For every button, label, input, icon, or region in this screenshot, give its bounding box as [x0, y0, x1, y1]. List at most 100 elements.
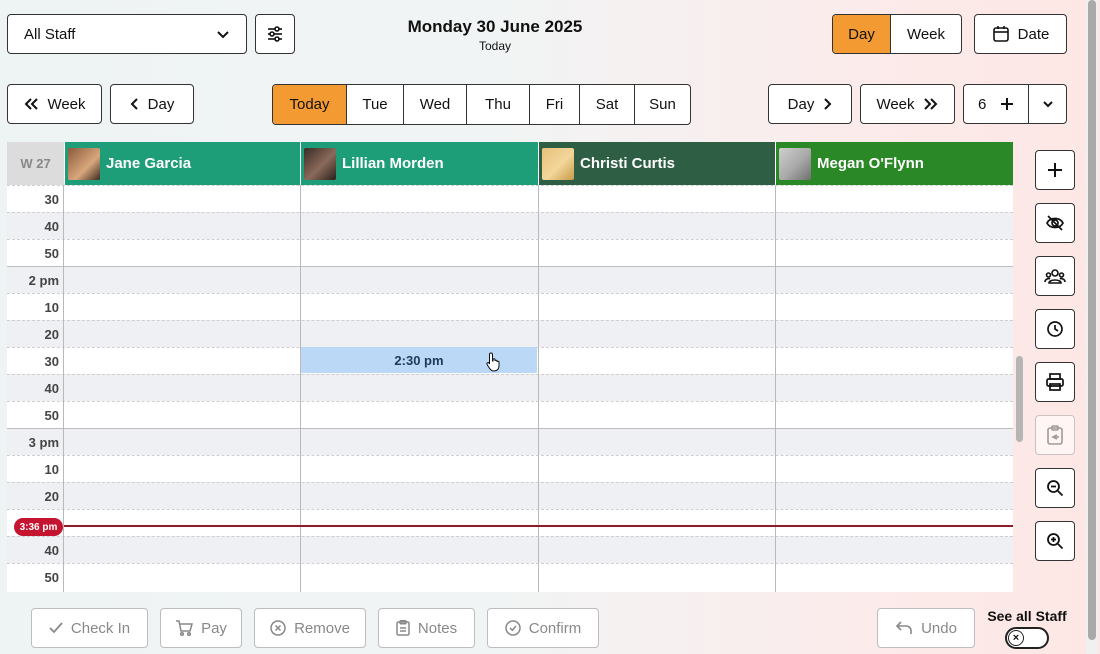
time-row[interactable]: 50: [7, 563, 1013, 590]
time-row[interactable]: 40: [7, 374, 1013, 401]
tab-today[interactable]: Today: [273, 85, 347, 124]
tab-thu[interactable]: Thu: [467, 85, 530, 124]
notes-button[interactable]: Notes: [378, 608, 475, 648]
staff-name: Lillian Morden: [342, 155, 444, 172]
prev-week-label: Week: [47, 95, 86, 113]
filter-settings-button[interactable]: [255, 14, 295, 54]
staff-select-value: All Staff: [24, 25, 76, 43]
prev-day-button[interactable]: Day: [110, 84, 194, 124]
staff-header[interactable]: Jane Garcia: [64, 142, 300, 185]
clipboard-icon: [1046, 425, 1064, 445]
schedule-grid: 30 40 50 2 pm 10 20 30 40 50 3 pm 10 20 40 50 W 27 Ja…: [7, 142, 1013, 592]
tab-fri[interactable]: Fri: [530, 85, 580, 124]
confirm-button[interactable]: Confirm: [487, 608, 599, 648]
calendar-icon: [992, 25, 1010, 43]
column-count-dropdown[interactable]: [1029, 85, 1066, 123]
zoom-out-button[interactable]: [1035, 468, 1075, 508]
avatar: [779, 147, 811, 180]
plus-icon: [1000, 97, 1014, 111]
tab-sun[interactable]: Sun: [635, 85, 690, 124]
tab-wed[interactable]: Wed: [404, 85, 467, 124]
pay-button[interactable]: Pay: [160, 608, 242, 648]
prev-week-button[interactable]: Week: [7, 84, 102, 124]
check-in-button[interactable]: Check In: [31, 608, 148, 648]
hide-button[interactable]: [1035, 203, 1075, 243]
prev-day-label: Day: [147, 95, 175, 113]
staff-header[interactable]: Lillian Morden: [300, 142, 538, 185]
see-all-staff-label: See all Staff: [987, 608, 1067, 624]
staff-select[interactable]: All Staff: [7, 14, 247, 54]
double-chevron-left-icon: [23, 97, 39, 111]
add-column-button[interactable]: 6: [964, 85, 1030, 123]
undo-button[interactable]: Undo: [877, 608, 975, 648]
time-label: 40: [44, 381, 59, 396]
staff-name: Megan O'Flynn: [817, 155, 924, 172]
time-label: 50: [44, 408, 59, 423]
time-row[interactable]: 10: [7, 293, 1013, 320]
avatar: [68, 147, 100, 180]
time-label: 3 pm: [28, 435, 59, 450]
time-label: 40: [44, 543, 59, 558]
next-week-button[interactable]: Week: [860, 84, 955, 124]
next-week-label: Week: [876, 95, 915, 113]
time-row[interactable]: 2 pm: [7, 266, 1013, 293]
chevron-left-icon: [130, 97, 140, 111]
time-label: 2 pm: [28, 273, 59, 288]
remove-button[interactable]: Remove: [254, 608, 366, 648]
undo-label: Undo: [921, 619, 957, 637]
zoom-in-icon: [1046, 532, 1064, 550]
staff-header[interactable]: Christi Curtis: [538, 142, 775, 185]
group-button[interactable]: [1035, 256, 1075, 296]
tab-tue[interactable]: Tue: [347, 85, 404, 124]
avatar: [542, 147, 574, 180]
remove-label: Remove: [294, 619, 350, 637]
staff-header[interactable]: Megan O'Flynn: [775, 142, 1013, 185]
sliders-icon: [266, 25, 284, 43]
add-appointment-button[interactable]: [1035, 150, 1075, 190]
double-chevron-right-icon: [923, 97, 939, 111]
time-row[interactable]: 40: [7, 536, 1013, 563]
toggle-off-icon: ×: [1008, 630, 1024, 646]
time-row[interactable]: 50: [7, 239, 1013, 266]
view-week-button[interactable]: Week: [891, 15, 961, 53]
time-button[interactable]: [1035, 309, 1075, 349]
hand-cursor-icon: [486, 352, 502, 377]
eye-off-icon: [1045, 214, 1065, 232]
column-count-value: 6: [978, 95, 987, 113]
date-picker-button[interactable]: Date: [974, 14, 1067, 54]
schedule-scrollbar[interactable]: [1016, 356, 1023, 442]
chevron-down-icon: [216, 27, 230, 41]
page-subtitle: Today: [478, 39, 512, 53]
time-label: 10: [44, 300, 59, 315]
print-button[interactable]: [1035, 362, 1075, 402]
time-row[interactable]: 50: [7, 401, 1013, 428]
chevron-right-icon: [822, 97, 832, 111]
plus-icon: [1046, 161, 1064, 179]
cart-icon: [175, 620, 194, 636]
pay-label: Pay: [201, 619, 227, 637]
time-row[interactable]: 20: [7, 320, 1013, 347]
time-row[interactable]: 10: [7, 455, 1013, 482]
see-all-staff-toggle[interactable]: ×: [1005, 627, 1049, 649]
notes-label: Notes: [417, 619, 458, 637]
check-circle-icon: [504, 620, 521, 636]
paste-button[interactable]: [1035, 415, 1075, 455]
column-divider: [538, 185, 539, 592]
column-divider: [300, 185, 301, 592]
time-label: 20: [44, 489, 59, 504]
date-button-label: Date: [1017, 25, 1050, 43]
time-row[interactable]: 3 pm: [7, 428, 1013, 455]
time-row[interactable]: [7, 509, 1013, 536]
time-row[interactable]: 30: [7, 185, 1013, 212]
time-row[interactable]: 20: [7, 482, 1013, 509]
zoom-out-icon: [1046, 479, 1064, 497]
next-day-button[interactable]: Day: [768, 84, 852, 124]
column-divider: [63, 185, 64, 592]
page-title: Monday 30 June 2025: [407, 17, 583, 36]
tab-sat[interactable]: Sat: [580, 85, 635, 124]
time-row[interactable]: 40: [7, 212, 1013, 239]
page-scrollbar[interactable]: [1088, 0, 1096, 640]
view-day-button[interactable]: Day: [833, 15, 891, 53]
zoom-in-button[interactable]: [1035, 521, 1075, 561]
time-label: 30: [44, 354, 59, 369]
